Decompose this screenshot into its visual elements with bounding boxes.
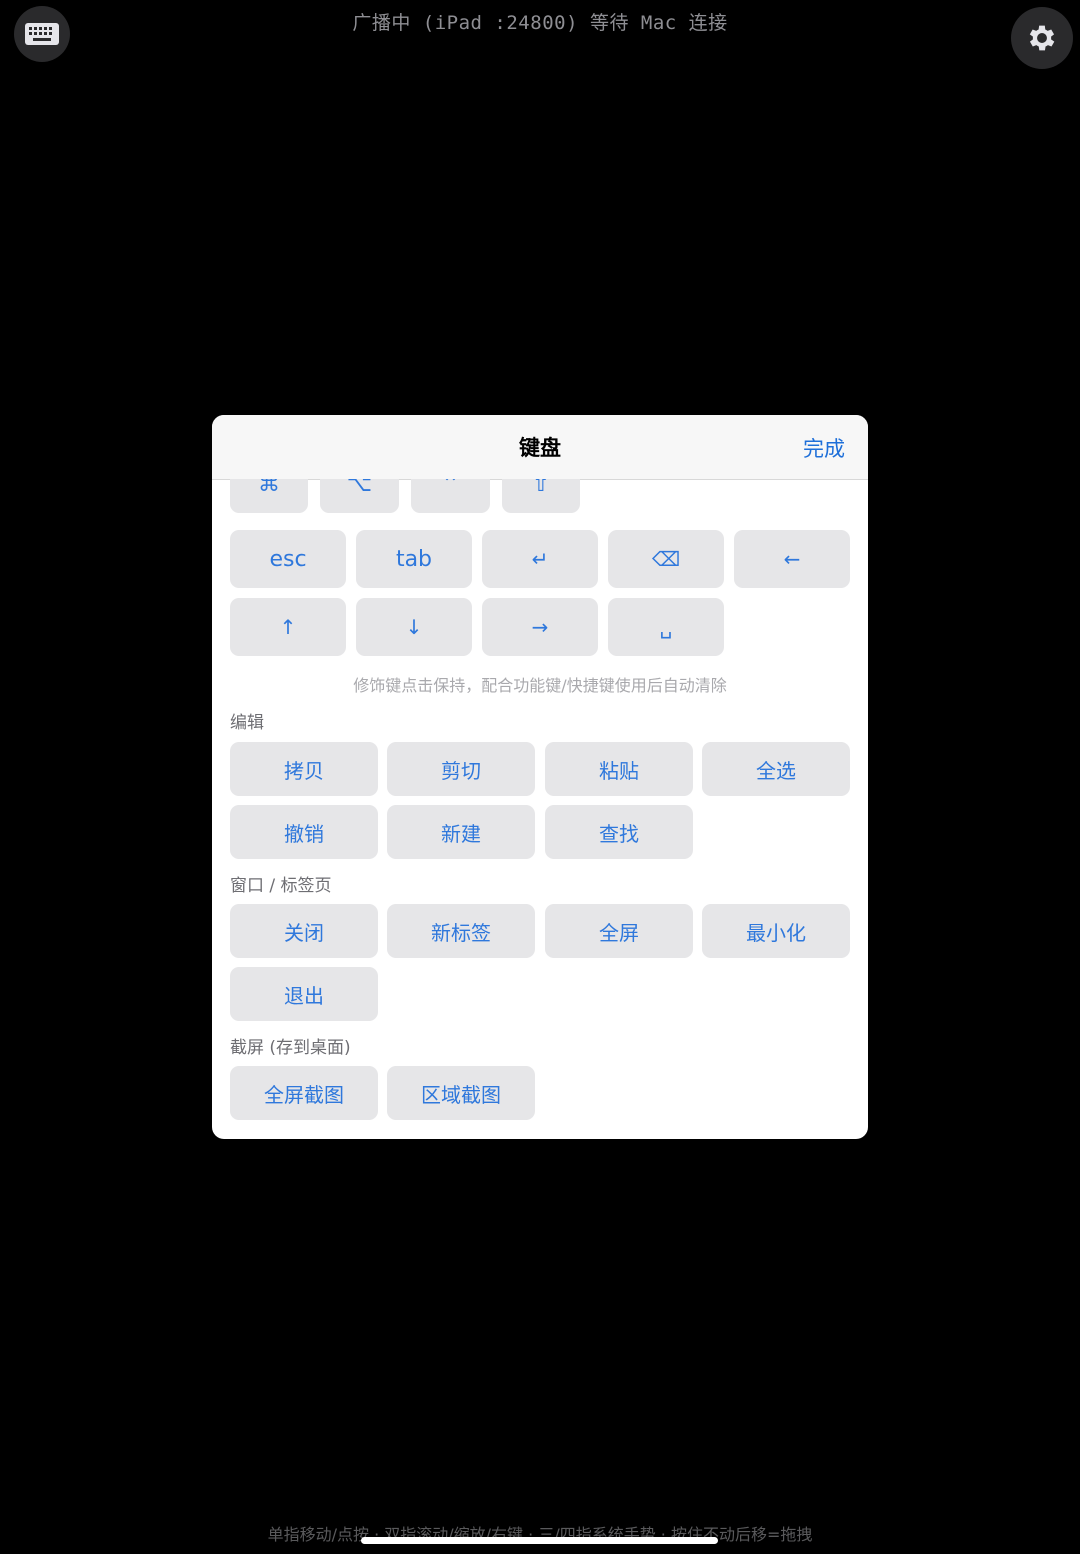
tab-key[interactable]: tab bbox=[356, 530, 472, 588]
backspace-key[interactable]: ⌫ bbox=[608, 530, 724, 588]
undo-button[interactable]: 撤销 bbox=[230, 805, 378, 859]
arrow-down-icon: ↓ bbox=[405, 615, 423, 639]
select-all-button[interactable]: 全选 bbox=[702, 742, 850, 796]
return-key[interactable]: ↵ bbox=[482, 530, 598, 588]
control-icon: ⌃ bbox=[441, 479, 460, 497]
new-button[interactable]: 新建 bbox=[387, 805, 535, 859]
command-key[interactable]: ⌘ bbox=[230, 479, 308, 513]
option-icon: ⌥ bbox=[346, 479, 373, 497]
section-screenshot-title: 截屏 (存到桌面) bbox=[230, 1038, 351, 1058]
space-icon: ␣ bbox=[659, 615, 673, 639]
esc-key[interactable]: esc bbox=[230, 530, 346, 588]
home-indicator[interactable] bbox=[361, 1537, 718, 1544]
sheet-header: 键盘 完成 bbox=[212, 415, 868, 480]
sheet-body: ⌘ ⌥ ⌃ ⇧ esc tab ↵ ⌫ ← ↑ ↓ → ␣ 修饰键点击保持，配合… bbox=[212, 479, 868, 1139]
minimize-button[interactable]: 最小化 bbox=[702, 904, 850, 958]
connection-status: 广播中 (iPad :24800) 等待 Mac 连接 bbox=[352, 12, 728, 34]
return-icon: ↵ bbox=[531, 547, 549, 571]
copy-button[interactable]: 拷贝 bbox=[230, 742, 378, 796]
fullscreen-button[interactable]: 全屏 bbox=[545, 904, 693, 958]
shift-key[interactable]: ⇧ bbox=[502, 479, 580, 513]
cut-button[interactable]: 剪切 bbox=[387, 742, 535, 796]
new-tab-button[interactable]: 新标签 bbox=[387, 904, 535, 958]
keyboard-sheet: 键盘 完成 ⌘ ⌥ ⌃ ⇧ esc tab ↵ ⌫ ← ↑ ↓ → ␣ 修饰键点… bbox=[212, 415, 868, 1139]
control-key[interactable]: ⌃ bbox=[411, 479, 490, 513]
close-window-button[interactable]: 关闭 bbox=[230, 904, 378, 958]
backspace-icon: ⌫ bbox=[651, 547, 681, 571]
right-arrow-key[interactable]: → bbox=[482, 598, 598, 656]
gear-icon bbox=[1029, 25, 1055, 51]
sheet-title: 键盘 bbox=[519, 436, 561, 460]
left-arrow-key[interactable]: ← bbox=[734, 530, 850, 588]
space-key[interactable]: ␣ bbox=[608, 598, 724, 656]
command-icon: ⌘ bbox=[258, 479, 280, 497]
up-arrow-key[interactable]: ↑ bbox=[230, 598, 346, 656]
modifier-hint: 修饰键点击保持，配合功能键/快捷键使用后自动清除 bbox=[353, 676, 727, 695]
arrow-right-icon: → bbox=[531, 615, 549, 639]
region-screenshot-button[interactable]: 区域截图 bbox=[387, 1066, 535, 1120]
settings-button[interactable] bbox=[1011, 7, 1073, 69]
quit-button[interactable]: 退出 bbox=[230, 967, 378, 1021]
paste-button[interactable]: 粘贴 bbox=[545, 742, 693, 796]
option-key[interactable]: ⌥ bbox=[320, 479, 399, 513]
arrow-left-icon: ← bbox=[783, 547, 801, 571]
find-button[interactable]: 查找 bbox=[545, 805, 693, 859]
section-window-title: 窗口 / 标签页 bbox=[230, 876, 332, 896]
fullscreen-screenshot-button[interactable]: 全屏截图 bbox=[230, 1066, 378, 1120]
shift-icon: ⇧ bbox=[531, 479, 551, 497]
arrow-up-icon: ↑ bbox=[279, 615, 297, 639]
down-arrow-key[interactable]: ↓ bbox=[356, 598, 472, 656]
done-button[interactable]: 完成 bbox=[803, 433, 845, 463]
section-edit-title: 编辑 bbox=[230, 713, 264, 733]
